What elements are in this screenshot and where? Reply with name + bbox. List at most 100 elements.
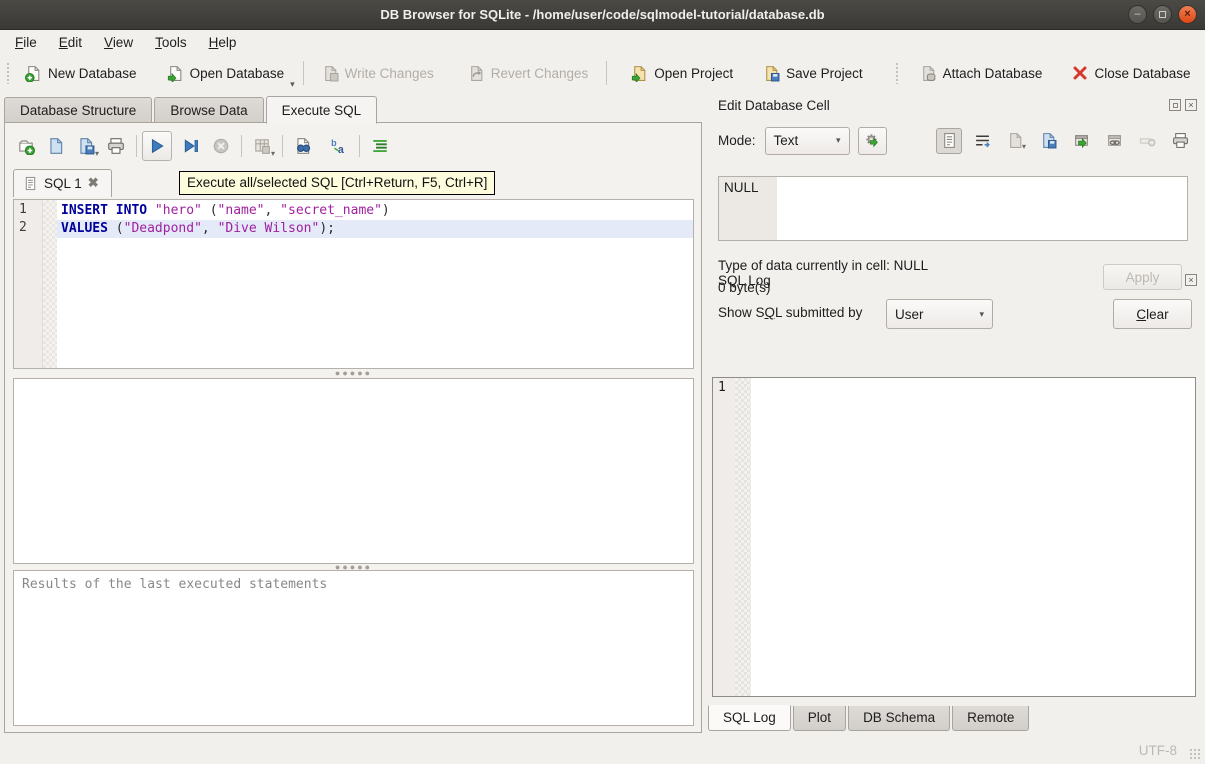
stop-icon bbox=[212, 137, 230, 155]
auto-completion-button[interactable]: ba bbox=[324, 131, 354, 161]
execute-current-line-button[interactable] bbox=[176, 131, 206, 161]
word-wrap-button[interactable] bbox=[969, 128, 995, 154]
dock-tab-plot[interactable]: Plot bbox=[793, 706, 846, 731]
tab-database-structure[interactable]: Database Structure bbox=[4, 97, 152, 124]
save-sql-file-button[interactable]: ▾ bbox=[71, 131, 101, 161]
new-tab-icon bbox=[17, 137, 35, 155]
sql-doc-tab-bar: SQL 1 ✖ bbox=[13, 169, 112, 198]
line-number: 2 bbox=[19, 220, 42, 238]
code-token: , bbox=[202, 221, 218, 236]
toolbar-drag-handle[interactable] bbox=[6, 62, 11, 84]
code-token: INSERT INTO bbox=[61, 203, 147, 218]
close-button[interactable]: × bbox=[1178, 5, 1197, 24]
clear-log-button[interactable]: Clear bbox=[1113, 299, 1192, 329]
dock-tab-bar: SQL Log Plot DB Schema Remote bbox=[708, 706, 1031, 731]
tab-browse-data[interactable]: Browse Data bbox=[154, 97, 263, 124]
save-sql-dropdown-caret[interactable]: ▾ bbox=[95, 149, 99, 158]
dock-tab-remote[interactable]: Remote bbox=[952, 706, 1029, 731]
close-sql-tab-icon[interactable]: ✖ bbox=[88, 175, 99, 191]
save-project-button[interactable]: Save Project bbox=[753, 59, 873, 88]
tab-execute-sql[interactable]: Execute SQL bbox=[266, 96, 378, 124]
attach-database-icon bbox=[920, 65, 937, 82]
code-token: "Dive Wilson" bbox=[218, 221, 320, 236]
sql-log-view[interactable]: 1 bbox=[712, 377, 1196, 697]
import-icon bbox=[1007, 132, 1024, 149]
export-data-button[interactable] bbox=[1035, 128, 1061, 154]
mode-combobox[interactable]: Text ▾ bbox=[765, 127, 850, 155]
menu-bar: File Edit View Tools Help bbox=[0, 30, 1205, 54]
svg-text:a: a bbox=[338, 144, 344, 155]
write-changes-icon bbox=[322, 65, 339, 82]
print-cell-button[interactable] bbox=[1167, 128, 1193, 154]
dock-tab-sql-log[interactable]: SQL Log bbox=[708, 705, 791, 731]
code-token: ) bbox=[382, 203, 390, 218]
status-bar: UTF-8 bbox=[0, 734, 1205, 764]
cell-editor[interactable]: NULL bbox=[718, 176, 1188, 241]
text-mode-button[interactable] bbox=[936, 128, 962, 154]
open-project-icon bbox=[631, 65, 648, 82]
toolbar-separator bbox=[359, 135, 360, 157]
sql-doc-tab[interactable]: SQL 1 ✖ bbox=[13, 169, 112, 197]
edit-cell-title: Edit Database Cell bbox=[706, 98, 830, 113]
close-database-icon bbox=[1072, 65, 1088, 81]
code-line: INSERT INTO "hero" ("name", "secret_name… bbox=[57, 202, 693, 220]
dock-tab-db-schema[interactable]: DB Schema bbox=[848, 706, 950, 731]
float-panel-icon[interactable] bbox=[1169, 99, 1181, 111]
close-panel-icon[interactable]: × bbox=[1185, 99, 1197, 111]
open-database-dropdown-caret[interactable]: ▾ bbox=[290, 79, 295, 92]
menu-help[interactable]: Help bbox=[198, 32, 248, 53]
code-token: VALUES bbox=[61, 221, 108, 236]
menu-tools[interactable]: Tools bbox=[144, 32, 198, 53]
new-database-button[interactable]: New Database bbox=[15, 59, 147, 88]
print-sql-button[interactable] bbox=[101, 131, 131, 161]
document-icon bbox=[941, 132, 958, 149]
menu-view[interactable]: View bbox=[93, 32, 144, 53]
save-as-icon bbox=[1040, 132, 1057, 149]
copy-link-button[interactable] bbox=[1101, 128, 1127, 154]
mode-label: Mode: bbox=[718, 133, 756, 148]
execution-message-area[interactable]: Results of the last executed statements bbox=[13, 570, 694, 726]
attach-database-button[interactable]: Attach Database bbox=[910, 59, 1053, 88]
open-database-button[interactable]: Open Database bbox=[157, 59, 295, 88]
new-sql-tab-button[interactable] bbox=[11, 131, 41, 161]
execute-current-line-icon bbox=[182, 137, 200, 155]
minimize-button[interactable]: – bbox=[1128, 5, 1147, 24]
main-toolbar: New Database Open Database ▾ Write Chang… bbox=[0, 54, 1205, 92]
chevron-down-icon: ▾ bbox=[979, 309, 984, 320]
filter-label: Show SQL submitted by bbox=[718, 305, 862, 320]
sql-doc-icon bbox=[23, 176, 38, 191]
open-project-button[interactable]: Open Project bbox=[621, 59, 743, 88]
close-database-button[interactable]: Close Database bbox=[1062, 59, 1200, 87]
sql-doc-tab-label: SQL 1 bbox=[44, 176, 82, 191]
editor-results-splitter[interactable]: ●●●●● bbox=[13, 370, 694, 376]
sql-code-editor[interactable]: 1 2 INSERT INTO "hero" ("name", "secret_… bbox=[13, 199, 694, 369]
format-sql-button[interactable] bbox=[365, 131, 395, 161]
auto-completion-icon: ba bbox=[330, 137, 348, 155]
apply-mode-button[interactable] bbox=[858, 127, 887, 155]
open-in-external-button[interactable] bbox=[1068, 128, 1094, 154]
cell-editor-gutter: NULL bbox=[719, 177, 777, 240]
execute-all-button[interactable] bbox=[142, 131, 172, 161]
maximize-button[interactable] bbox=[1153, 5, 1172, 24]
code-token: , bbox=[265, 203, 281, 218]
toolbar-separator bbox=[606, 61, 607, 85]
maximize-icon bbox=[1159, 11, 1166, 18]
line-number-gutter: 1 2 bbox=[14, 200, 43, 368]
toolbar-drag-handle[interactable] bbox=[895, 62, 900, 84]
save-results-button: ▾ bbox=[247, 131, 277, 161]
execute-all-icon bbox=[148, 137, 166, 155]
open-sql-file-button[interactable] bbox=[41, 131, 71, 161]
code-token: ( bbox=[202, 203, 218, 218]
toolbar-separator bbox=[282, 135, 283, 157]
code-token bbox=[147, 203, 155, 218]
code-token: "secret_name" bbox=[280, 203, 382, 218]
cell-value: NULL bbox=[724, 180, 759, 195]
write-changes-button: Write Changes bbox=[312, 59, 444, 88]
resize-grip[interactable] bbox=[1189, 748, 1201, 760]
menu-edit[interactable]: Edit bbox=[48, 32, 93, 53]
code-token: "name" bbox=[218, 203, 265, 218]
menu-file[interactable]: File bbox=[4, 32, 48, 53]
find-button[interactable] bbox=[288, 131, 318, 161]
results-grid-panel[interactable] bbox=[13, 378, 694, 564]
submitted-by-combobox[interactable]: User ▾ bbox=[886, 299, 993, 329]
